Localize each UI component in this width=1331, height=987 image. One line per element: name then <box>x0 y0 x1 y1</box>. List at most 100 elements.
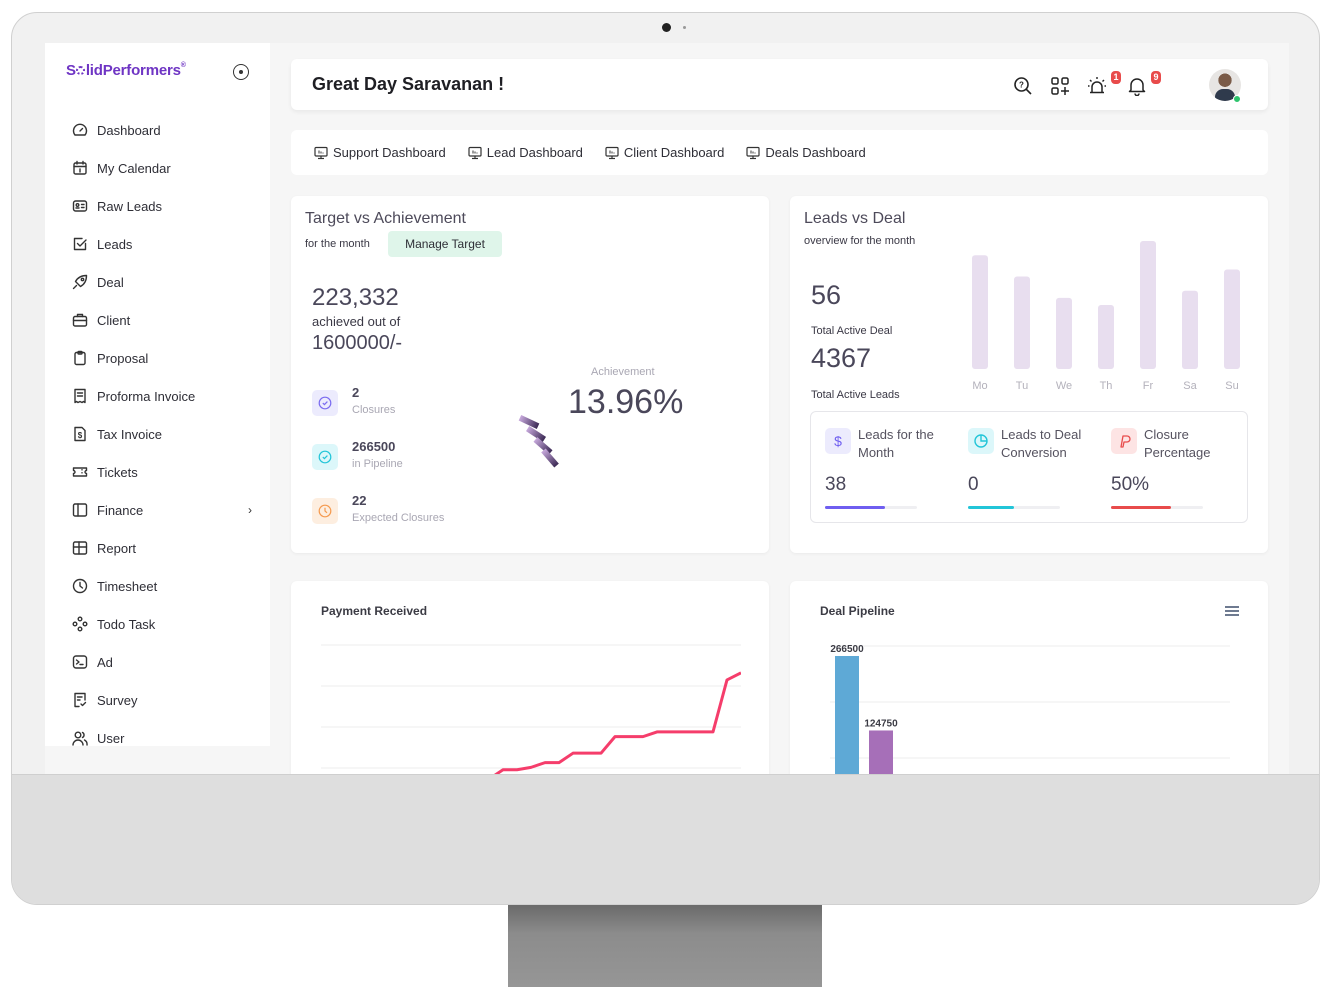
sidebar-item-label: Proforma Invoice <box>97 388 196 404</box>
bar-data-label: 124750 <box>864 718 898 729</box>
sidebar-item-label: Dashboard <box>97 122 161 138</box>
kpi-progress-fill <box>825 506 885 509</box>
monitor-chart-icon <box>468 146 482 160</box>
achieved-amount: 223,332 <box>312 284 399 311</box>
sidebar-item-dashboard[interactable]: Dashboard <box>72 111 252 149</box>
sidebar-item-proposal[interactable]: Proposal <box>72 339 252 377</box>
chart-title: Payment Received <box>321 604 428 618</box>
sidebar-item-survey[interactable]: Survey <box>72 681 252 719</box>
sidebar-item-report[interactable]: Report <box>72 529 252 567</box>
kpi-progress-fill <box>968 506 1014 509</box>
tab-label: Client Dashboard <box>623 145 725 160</box>
sidebar-item-finance[interactable]: Finance › <box>72 491 252 529</box>
stat-value: 2 <box>352 385 360 400</box>
sidebar-item-ad[interactable]: Ad <box>72 643 252 681</box>
pipeline-bar[interactable] <box>869 730 893 774</box>
sidebar-item-timesheet[interactable]: Timesheet <box>72 567 252 605</box>
target-amount: 1600000/- <box>312 332 403 354</box>
payment-series-line[interactable] <box>321 671 741 774</box>
monitor-stand <box>508 905 822 987</box>
sidebar-item-label: Todo Task <box>97 616 156 632</box>
active-deals-value: 56 <box>811 280 842 310</box>
chart-menu-icon[interactable] <box>1225 606 1239 616</box>
apps-add-icon[interactable] <box>1050 76 1070 96</box>
ticket-icon <box>72 464 88 480</box>
checkbox-icon <box>72 236 88 252</box>
x-tick-label: Tu <box>1016 380 1028 392</box>
bar-su[interactable] <box>1224 269 1240 369</box>
pipeline-icon <box>312 444 338 470</box>
x-tick-label: Sa <box>1183 380 1197 392</box>
alarm-siren-icon[interactable] <box>1087 76 1107 96</box>
closures-icon <box>312 390 338 416</box>
sidebar-item-raw-leads[interactable]: Raw Leads <box>72 187 252 225</box>
deal-pipeline-card: Deal Pipeline 266500 124750 <box>790 581 1268 774</box>
terminal-icon <box>72 654 88 670</box>
briefcase-icon <box>72 312 88 328</box>
sidebar-item-label: User <box>97 730 125 746</box>
achievement-value: 13.96% <box>568 383 684 421</box>
alerts-badge: 1 <box>1111 71 1121 84</box>
bar-sa[interactable] <box>1182 290 1198 369</box>
sidebar-item-proforma-invoice[interactable]: Proforma Invoice <box>72 377 252 415</box>
tab-client-dashboard[interactable]: Client Dashboard <box>605 145 724 160</box>
kpi-value: 50% <box>1111 474 1150 495</box>
active-leads-label: Total Active Leads <box>811 389 900 401</box>
app-screen: SlidPerformers® Dashboard My Calendar Raw … <box>45 43 1289 774</box>
bar-tu[interactable] <box>1014 276 1030 369</box>
manage-target-button[interactable]: Manage Target <box>388 231 502 257</box>
sidebar-item-todo-task[interactable]: Todo Task <box>72 605 252 643</box>
receipt-icon <box>72 388 88 404</box>
help-search-icon[interactable]: ? <box>1013 76 1033 96</box>
x-tick-label: We <box>1056 380 1072 392</box>
card-title: Target vs Achievement <box>305 210 466 227</box>
sidebar-item-label: Raw Leads <box>97 198 163 214</box>
sidebar-item-deal[interactable]: Deal <box>72 263 252 301</box>
bar-we[interactable] <box>1056 297 1072 369</box>
kpi-closure-percentage: Closure Percentage 50% <box>1111 426 1251 516</box>
sidebar-item-tax-invoice[interactable]: $ Tax Invoice <box>72 415 252 453</box>
payment-line-chart <box>321 644 741 774</box>
sidebar-item-label: Leads <box>97 236 133 252</box>
bar-th[interactable] <box>1098 305 1114 369</box>
gauge-icon <box>72 122 88 138</box>
tab-label: Support Dashboard <box>333 145 446 160</box>
sidebar-item-label: Finance <box>97 502 144 518</box>
tab-support-dashboard[interactable]: Support Dashboard <box>314 145 446 160</box>
kpi-progress-track <box>968 506 1060 509</box>
card-title: Leads vs Deal <box>804 210 906 227</box>
survey-icon <box>72 692 88 708</box>
sidebar-item-tickets[interactable]: Tickets <box>72 453 252 491</box>
pipeline-bar[interactable] <box>835 656 859 774</box>
kpi-label: Leads for the Month <box>858 427 934 460</box>
bar-fr[interactable] <box>1140 241 1156 369</box>
svg-text:?: ? <box>1019 81 1024 90</box>
sidebar-item-label: Proposal <box>97 350 149 366</box>
tab-label: Lead Dashboard <box>486 145 583 160</box>
sidebar-item-client[interactable]: Client <box>72 301 252 339</box>
kpi-value: 38 <box>825 474 847 495</box>
top-header: Great Day Saravanan ! ? 1 9 <box>291 59 1268 110</box>
sidebar-item-label: My Calendar <box>97 160 171 176</box>
pie-chart-icon <box>968 428 994 454</box>
sidebar-toggle-button[interactable] <box>233 64 249 80</box>
bar-mo[interactable] <box>972 255 988 369</box>
sidebar-item-label: Survey <box>97 692 138 708</box>
svg-text:$: $ <box>834 433 842 449</box>
sidebar-item-my-calendar[interactable]: My Calendar <box>72 149 252 187</box>
greeting-title: Great Day Saravanan ! <box>312 74 505 94</box>
sidebar: SlidPerformers® Dashboard My Calendar Raw … <box>45 43 270 746</box>
stat-value: 266500 <box>352 439 396 454</box>
tab-deals-dashboard[interactable]: Deals Dashboard <box>746 145 866 160</box>
kpi-label: Leads to Deal Conversion <box>1001 427 1082 460</box>
kpi-progress-track <box>1111 506 1203 509</box>
sidebar-footer <box>45 746 275 774</box>
tab-lead-dashboard[interactable]: Lead Dashboard <box>468 145 583 160</box>
brand-logo[interactable]: SlidPerformers® <box>66 62 186 79</box>
bar-data-label: 266500 <box>830 644 864 655</box>
table-icon <box>72 540 88 556</box>
bell-icon[interactable] <box>1127 76 1147 96</box>
x-tick-label: Mo <box>972 380 987 392</box>
sidebar-item-leads[interactable]: Leads <box>72 225 252 263</box>
logo-gear-icon <box>76 66 86 75</box>
